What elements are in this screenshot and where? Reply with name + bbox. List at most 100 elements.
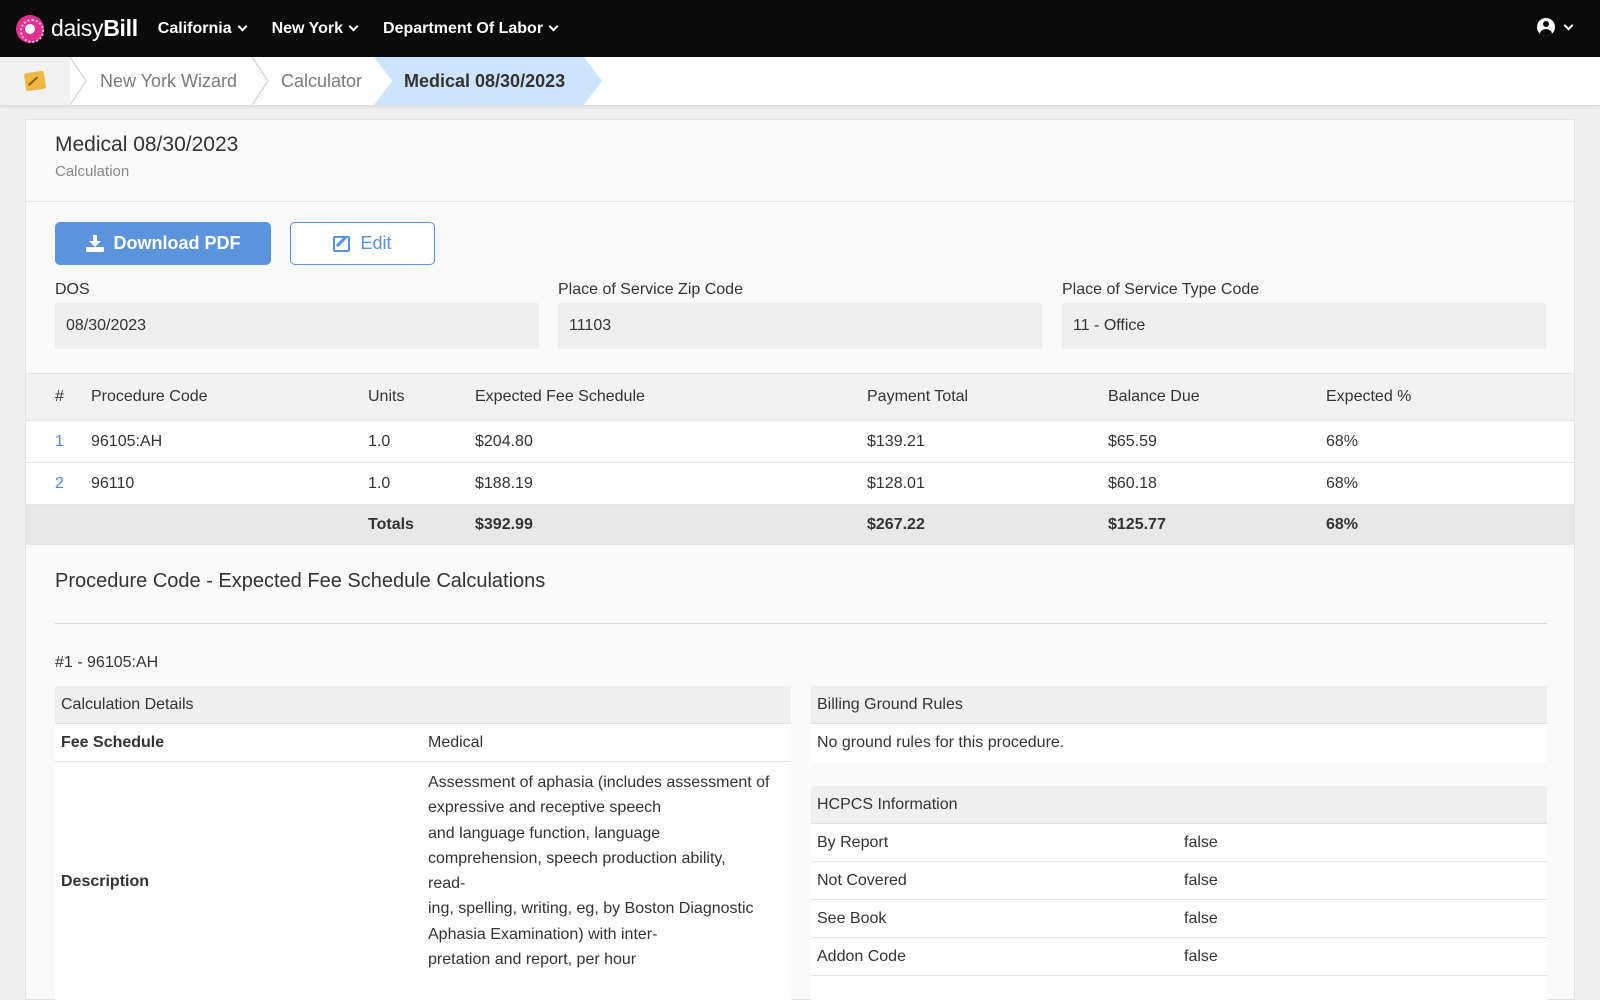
type-code-label: Place of Service Type Code [1062, 281, 1260, 298]
total-expected-fee: $392.99 [475, 516, 533, 533]
total-payment: $267.22 [867, 516, 925, 533]
user-menu[interactable] [1537, 18, 1574, 36]
description-line: Aphasia Examination) with inter- [428, 925, 658, 943]
fee-schedule-value: Medical [428, 733, 484, 751]
breadcrumb-home[interactable] [0, 57, 70, 105]
procedure-item-title: #1 - 96105:AH [55, 654, 159, 671]
nav-new-york[interactable]: New York [271, 19, 359, 38]
fee-schedule-row: Fee Schedule Medical [55, 724, 791, 762]
download-pdf-label: Download PDF [113, 233, 241, 253]
breadcrumb-separator [252, 57, 269, 105]
chevron-down-icon [1563, 20, 1574, 30]
hcpcs-value: false [1184, 947, 1218, 965]
hcpcs-label: Addon Code [817, 947, 906, 965]
dos-label: DOS [55, 281, 90, 298]
hcpcs-information-header: HCPCS Information [811, 786, 1547, 824]
dos-field: 08/30/2023 [55, 303, 539, 349]
zip-field: 11103 [558, 303, 1042, 349]
top-navbar: daisyBill California New York Department… [0, 0, 1600, 57]
zip-label: Place of Service Zip Code [558, 281, 743, 298]
cell-procedure-code: 96105:AH [91, 432, 163, 450]
ground-rules-row: No ground rules for this procedure. [811, 724, 1547, 762]
table-row: 1 96105:AH 1.0 $204.80 $139.21 $65.59 68… [26, 420, 1574, 462]
nav-california-label: California [157, 19, 232, 37]
cell-expected-fee: $204.80 [475, 432, 533, 450]
description-line: Assessment of aphasia (includes assessme… [428, 774, 770, 791]
nav-dol-label: Department Of Labor [383, 19, 544, 37]
hcpcs-value: false [1184, 871, 1218, 889]
edit-label: Edit [360, 233, 392, 253]
cell-units: 1.0 [368, 474, 391, 492]
description-label: Description [61, 872, 150, 890]
hcpcs-row: See Book false [811, 900, 1547, 938]
table-row: 2 96110 1.0 $188.19 $128.01 $60.18 68% [26, 462, 1574, 504]
page-subtitle: Calculation [55, 163, 130, 180]
chevron-down-icon [548, 21, 559, 32]
calculation-card: Medical 08/30/2023 Calculation Download … [25, 119, 1575, 1000]
col-header-payment-total: Payment Total [867, 388, 969, 405]
cell-payment-total: $139.21 [867, 432, 925, 450]
col-header-number: # [55, 388, 64, 405]
card-header: Medical 08/30/2023 Calculation [26, 120, 1574, 202]
hcpcs-value: false [1184, 909, 1218, 927]
hcpcs-label: Not Covered [817, 871, 907, 889]
description-line: and language function, language [428, 824, 661, 842]
cell-expected-pct: 68% [1326, 474, 1359, 492]
brand-logo[interactable]: daisyBill [16, 14, 138, 43]
hcpcs-value: false [1184, 833, 1218, 851]
billing-ground-rules-header: Billing Ground Rules [811, 686, 1547, 724]
row-number-link[interactable]: 1 [55, 421, 64, 462]
description-line: ing, spelling, writing, eg, by Boston Di… [428, 900, 754, 918]
nav-new-york-label: New York [271, 19, 344, 37]
hcpcs-row: By Report false [811, 824, 1547, 862]
description-line: pretation and report, per hour [428, 951, 637, 969]
user-circle-icon [1537, 18, 1555, 36]
description-line: read- [428, 875, 466, 893]
type-code-field: 11 - Office [1062, 303, 1546, 349]
cell-expected-pct: 68% [1326, 432, 1359, 450]
description-line: comprehension, speech production ability… [428, 849, 726, 867]
daisy-logo-icon [16, 14, 44, 43]
col-header-expected-pct: Expected % [1326, 388, 1412, 405]
hcpcs-label: By Report [817, 833, 889, 851]
procedure-table: # Procedure Code Units Expected Fee Sche… [26, 373, 1574, 545]
col-header-expected-fee: Expected Fee Schedule [475, 388, 645, 405]
table-totals-row: Totals $392.99 $267.22 $125.77 68% [26, 504, 1574, 545]
notepad-pencil-icon [23, 70, 47, 92]
cell-payment-total: $128.01 [867, 474, 925, 492]
description-row: Description Assessment of aphasia (inclu… [55, 762, 791, 1000]
total-balance-due: $125.77 [1108, 516, 1166, 533]
edit-button[interactable]: Edit [290, 222, 435, 265]
state-nav-menu: California New York Department Of Labor [158, 20, 583, 38]
hcpcs-row: Not Covered false [811, 862, 1547, 900]
col-header-procedure-code: Procedure Code [91, 388, 208, 405]
download-icon [85, 234, 104, 253]
nav-california[interactable]: California [157, 19, 248, 38]
nav-department-of-labor[interactable]: Department Of Labor [383, 19, 559, 38]
billing-ground-rules-panel: Billing Ground Rules No ground rules for… [811, 686, 1547, 762]
page-title: Medical 08/30/2023 [55, 133, 239, 156]
chevron-down-icon [348, 21, 359, 32]
cell-expected-fee: $188.19 [475, 474, 533, 492]
calculation-details-panel: Calculation Details Fee Schedule Medical… [55, 686, 791, 1000]
download-pdf-button[interactable]: Download PDF [55, 222, 271, 265]
cell-balance-due: $60.18 [1108, 474, 1157, 492]
edit-icon [333, 235, 351, 252]
section-title: Procedure Code - Expected Fee Schedule C… [55, 570, 546, 592]
table-header-row: # Procedure Code Units Expected Fee Sche… [26, 373, 1574, 420]
breadcrumb-new-york-wizard[interactable]: New York Wizard [100, 57, 237, 105]
hcpcs-information-panel: HCPCS Information By Report false Not Co… [811, 786, 1547, 1000]
breadcrumb-calculator[interactable]: Calculator [281, 57, 362, 105]
calculation-details-header: Calculation Details [55, 686, 791, 724]
cell-balance-due: $65.59 [1108, 432, 1157, 450]
row-number-link[interactable]: 2 [55, 463, 64, 504]
description-value: Assessment of aphasia (includes assessme… [428, 770, 783, 972]
total-expected-pct: 68% [1326, 516, 1359, 533]
hcpcs-label: See Book [817, 909, 887, 927]
chevron-down-icon [237, 21, 248, 32]
breadcrumb-separator [70, 57, 87, 105]
col-header-units: Units [368, 388, 405, 405]
col-header-balance-due: Balance Due [1108, 388, 1200, 405]
breadcrumb: New York Wizard Calculator Medical 08/30… [0, 57, 1600, 106]
brand-name: daisyBill [51, 15, 138, 41]
